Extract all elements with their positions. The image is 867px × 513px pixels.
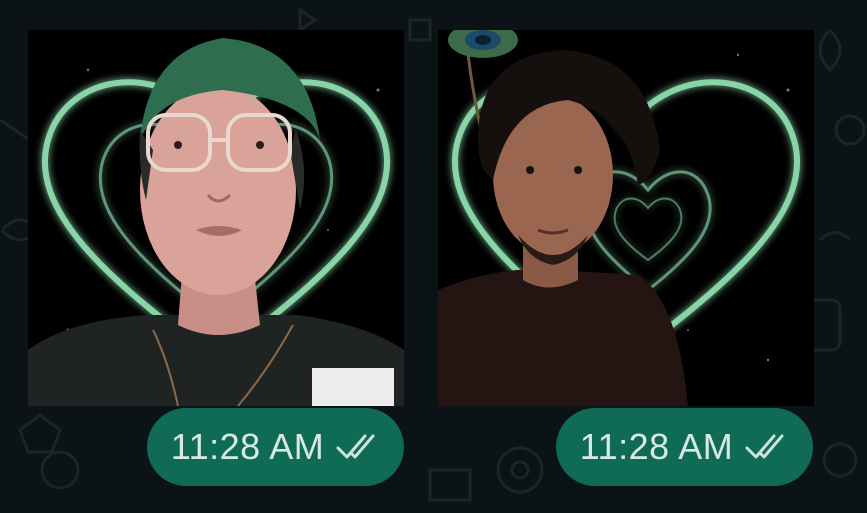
double-check-icon bbox=[745, 432, 789, 462]
sticker-message-2[interactable] bbox=[438, 30, 814, 406]
double-check-icon bbox=[336, 432, 380, 462]
sticker-1-timestamp: 11:28 AM bbox=[147, 408, 404, 486]
message-time: 11:28 AM bbox=[170, 426, 325, 467]
sticker-message-1[interactable] bbox=[28, 30, 404, 406]
sticker-2-timestamp: 11:28 AM bbox=[556, 408, 813, 486]
sticker-image bbox=[438, 30, 814, 406]
sticker-image bbox=[28, 30, 404, 406]
message-time: 11:28 AM bbox=[579, 426, 734, 467]
